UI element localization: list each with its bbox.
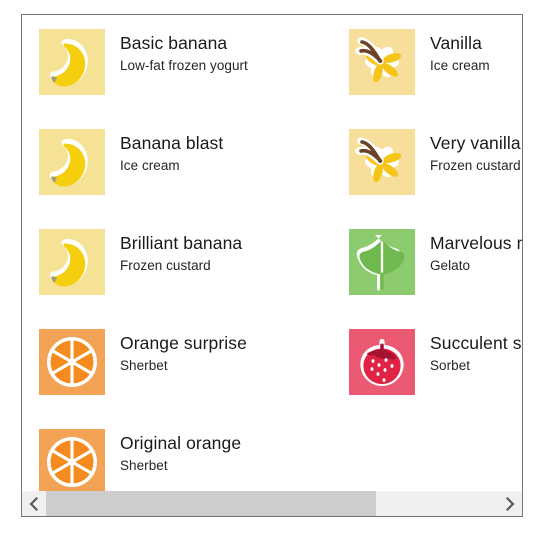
- chevron-right-icon: [504, 496, 516, 511]
- banana-icon: [39, 229, 105, 295]
- list-item-flavor: Gelato: [430, 258, 471, 273]
- flavors-list-panel: Basic banana Low-fat frozen yogurt Banana …: [21, 14, 523, 517]
- chevron-left-icon: [28, 496, 40, 511]
- scrollbar-track[interactable]: [46, 491, 498, 516]
- list-item-labels: Brilliant banana Frozen custard: [120, 229, 242, 276]
- list-item[interactable]: Brilliant banana Frozen custard: [39, 229, 359, 319]
- list-item-labels: Succulent strawberry Sorbet: [430, 329, 522, 376]
- list-item-labels: Original orange Sherbet: [120, 429, 241, 476]
- list-item[interactable]: Basic banana Low-fat frozen yogurt: [39, 29, 359, 119]
- list-item-title: Banana blast: [120, 133, 224, 153]
- list-item[interactable]: Original orange Sherbet: [39, 429, 359, 491]
- horizontal-scrollbar[interactable]: [22, 491, 522, 516]
- list-item-labels: Orange surprise Sherbet: [120, 329, 247, 376]
- list-item-labels: Banana blast Ice cream: [120, 129, 223, 176]
- vanilla-flower-icon: [349, 29, 415, 95]
- list-item-labels: Very vanilla Frozen custard: [430, 129, 521, 176]
- banana-icon: [39, 129, 105, 195]
- list-item-flavor: Sorbet: [430, 358, 471, 373]
- list-item-flavor: Ice cream: [120, 158, 180, 173]
- list-item-labels: Basic banana Low-fat frozen yogurt: [120, 29, 248, 76]
- list-item-labels: Vanilla Ice cream: [430, 29, 490, 76]
- list-item[interactable]: Orange surprise Sherbet: [39, 329, 359, 419]
- list-item-title: Succulent strawberry: [430, 333, 522, 353]
- list-item-flavor: Frozen custard: [120, 258, 211, 273]
- list-item-title: Vanilla: [430, 33, 482, 53]
- orange-slice-icon: [39, 329, 105, 395]
- screen-root: Basic banana Low-fat frozen yogurt Banana …: [0, 0, 546, 547]
- mint-leaf-icon: [349, 229, 415, 295]
- list-item-flavor: Ice cream: [430, 58, 490, 73]
- vanilla-flower-icon: [349, 129, 415, 195]
- list-item[interactable]: Very vanilla Frozen custard: [349, 129, 522, 219]
- list-item[interactable]: Succulent strawberry Sorbet: [349, 329, 522, 419]
- list-item-flavor: Sherbet: [120, 458, 168, 473]
- list-item-flavor: Sherbet: [120, 358, 168, 373]
- list-item-title: Original orange: [120, 433, 242, 453]
- scroll-left-button[interactable]: [22, 491, 46, 516]
- scroll-right-button[interactable]: [498, 491, 522, 516]
- list-item[interactable]: Vanilla Ice cream: [349, 29, 522, 119]
- list-item-title: Marvelous mint: [430, 233, 522, 253]
- list-item-labels: Marvelous mint Gelato: [430, 229, 522, 276]
- scrollbar-thumb[interactable]: [46, 491, 376, 516]
- list-item-title: Orange surprise: [120, 333, 247, 353]
- flavors-grid: Basic banana Low-fat frozen yogurt Banana …: [22, 15, 522, 491]
- orange-slice-icon: [39, 429, 105, 491]
- list-item-flavor: Frozen custard: [430, 158, 521, 173]
- list-item[interactable]: Banana blast Ice cream: [39, 129, 359, 219]
- list-item-title: Basic banana: [120, 33, 228, 53]
- list-viewport[interactable]: Basic banana Low-fat frozen yogurt Banana …: [22, 15, 522, 491]
- strawberry-icon: [349, 329, 415, 395]
- list-item-title: Very vanilla: [430, 133, 521, 153]
- list-item[interactable]: Marvelous mint Gelato: [349, 229, 522, 319]
- banana-icon: [39, 29, 105, 95]
- list-item-flavor: Low-fat frozen yogurt: [120, 58, 248, 73]
- list-item-title: Brilliant banana: [120, 233, 243, 253]
